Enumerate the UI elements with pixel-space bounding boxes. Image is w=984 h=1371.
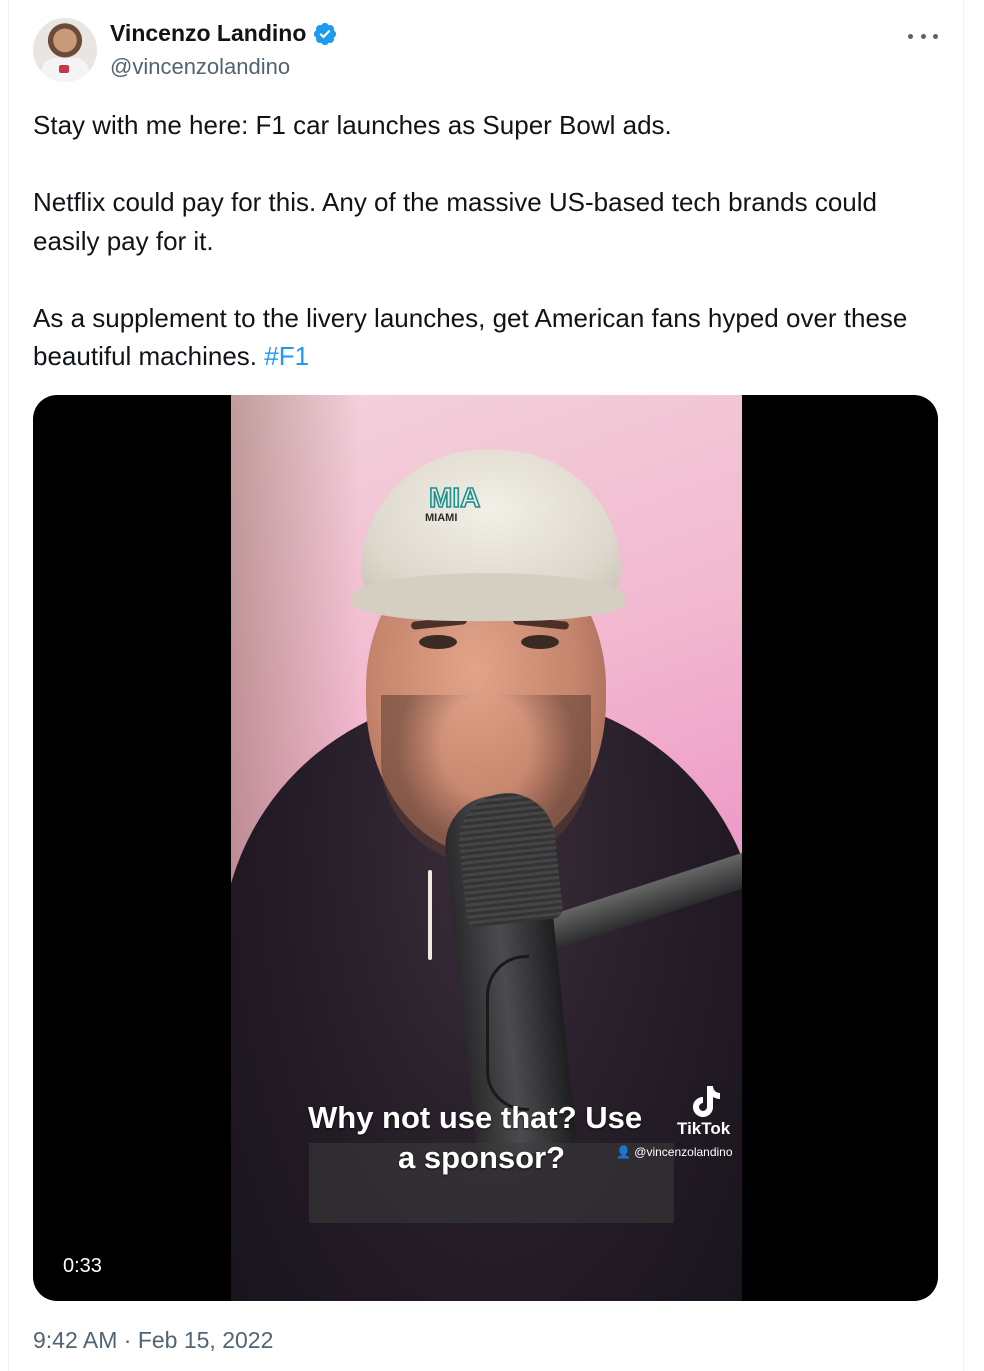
tiktok-watermark: TikTok: [677, 1119, 731, 1138]
mic-cable: [486, 955, 529, 1111]
hoodie-drawstring: [428, 870, 432, 960]
right-eye: [521, 635, 559, 649]
cap-logo-icon: MIA MIAMI: [425, 481, 481, 524]
verified-badge-icon: [314, 22, 337, 45]
author-handle[interactable]: @vincenzolandino: [110, 54, 290, 80]
author-name-row: Vincenzo Landino: [110, 20, 338, 47]
tiktok-username: 👤 @vincenzolandino: [616, 1145, 733, 1159]
tweet-timestamp[interactable]: 9:42 AM · Feb 15, 2022: [33, 1327, 273, 1354]
more-dot: [920, 33, 926, 39]
tiktok-username-text: @vincenzolandino: [634, 1145, 733, 1159]
cap-subtext: MIAMI: [425, 512, 457, 524]
video-duration: 0:33: [53, 1250, 112, 1282]
subtitle-line-2: a sponsor?: [398, 1140, 566, 1175]
hashtag-link[interactable]: #F1: [264, 341, 309, 371]
video-frame: MIA MIAMI Why not use that? Use a sponso…: [231, 395, 742, 1301]
cap-logo-text: MIA: [429, 482, 480, 513]
tweet-paragraph-3: As a supplement to the livery launches, …: [33, 299, 933, 376]
tiktok-logo-icon: [693, 1086, 720, 1117]
tweet-paragraph-2: Netflix could pay for this. Any of the m…: [33, 187, 877, 256]
avatar-badge: [59, 65, 69, 73]
tweet-paragraph-3-text: As a supplement to the livery launches, …: [33, 302, 908, 372]
cap-brim: [351, 573, 626, 621]
avatar[interactable]: [33, 18, 97, 82]
more-dot: [908, 33, 913, 39]
more-horizontal-icon[interactable]: [908, 22, 938, 50]
left-eye: [419, 635, 457, 649]
tweet-text: Stay with me here: F1 car launches as Su…: [33, 106, 933, 376]
more-dot: [933, 33, 938, 39]
tweet-paragraph-1: Stay with me here: F1 car launches as Su…: [33, 110, 672, 140]
subtitle-line-1: Why not use that? Use: [308, 1100, 643, 1135]
video-player[interactable]: MIA MIAMI Why not use that? Use a sponso…: [33, 395, 938, 1301]
author-display-name[interactable]: Vincenzo Landino: [110, 20, 306, 47]
